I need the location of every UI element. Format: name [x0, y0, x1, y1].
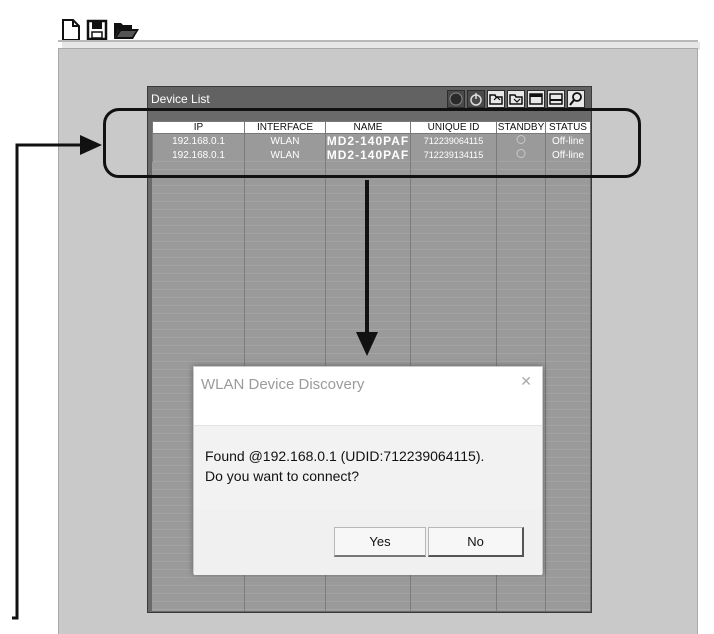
down-arrow-head [356, 332, 378, 356]
dialog-button-bar: Yes No [194, 510, 542, 575]
yes-button[interactable]: Yes [334, 527, 426, 557]
dialog-message: Found @192.168.0.1 (UDID:712239064115). … [205, 446, 484, 486]
discovery-dialog: WLAN Device Discovery ✕ Found @192.168.0… [193, 366, 543, 575]
no-button[interactable]: No [428, 527, 524, 557]
dialog-message-line2: Do you want to connect? [205, 468, 360, 484]
dialog-message-line1: Found @192.168.0.1 (UDID:712239064115). [205, 448, 485, 464]
close-icon[interactable]: ✕ [520, 373, 532, 390]
left-arrow-head [80, 135, 102, 155]
left-arrow-line [12, 143, 82, 620]
dialog-title: WLAN Device Discovery [201, 376, 365, 393]
dialog-body: Found @192.168.0.1 (UDID:712239064115). … [194, 425, 542, 510]
